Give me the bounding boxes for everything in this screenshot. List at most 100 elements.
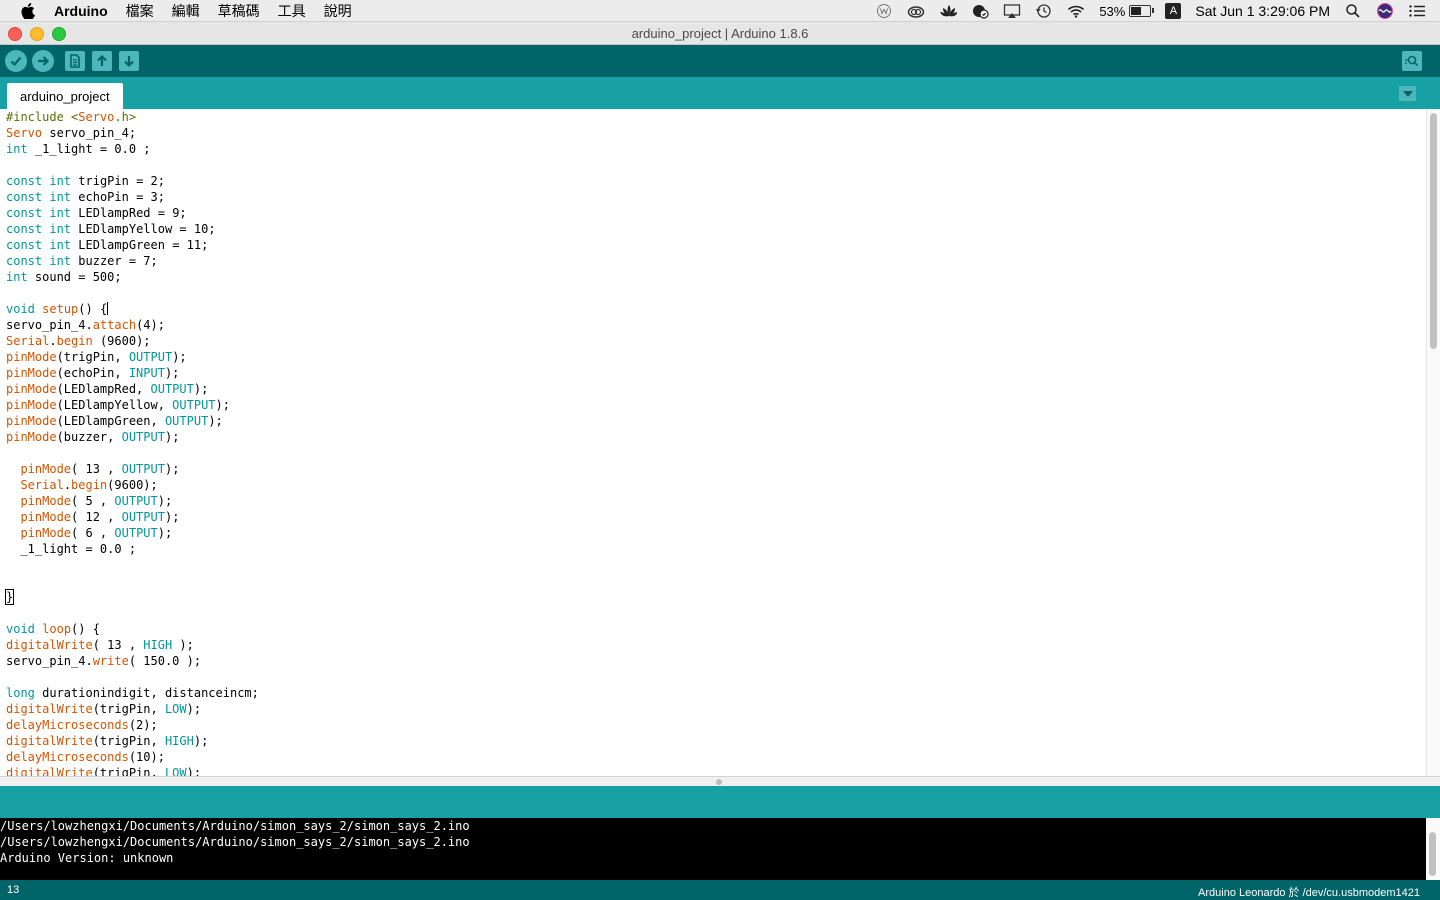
code-token: Servo — [78, 110, 115, 124]
code-token: setup — [42, 302, 79, 316]
w-circle-icon[interactable] — [875, 3, 893, 19]
status-bar: 13 Arduino Leonardo 於 /dev/cu.usbmodem14… — [0, 880, 1440, 900]
code-line: const int buzzer = 7; — [6, 253, 259, 269]
console-line: /Users/lowzhengxi/Documents/Arduino/simo… — [0, 835, 470, 849]
code-token: #include < — [6, 110, 79, 124]
sync-icon[interactable] — [971, 3, 989, 19]
creative-cloud-icon[interactable] — [907, 3, 925, 19]
code-token: ); — [208, 414, 223, 428]
code-line: delayMicroseconds(10); — [6, 749, 259, 765]
sketch-tab-bar: arduino_project — [0, 77, 1440, 109]
code-token: write — [92, 654, 129, 668]
serial-monitor-button[interactable] — [1402, 51, 1422, 71]
tab-menu-button[interactable] — [1399, 86, 1416, 101]
code-token: OUTPUT — [128, 350, 173, 364]
code-token: (4); — [136, 318, 165, 332]
input-source-icon[interactable]: A — [1165, 3, 1182, 19]
code-token: (LEDlampRed, — [56, 382, 151, 396]
open-sketch-button[interactable] — [92, 51, 112, 71]
battery-percent: 53% — [1099, 3, 1126, 19]
menu-file[interactable]: 檔案 — [126, 1, 154, 21]
console-scroll-thumb[interactable] — [1429, 832, 1436, 876]
airplay-icon[interactable] — [1003, 3, 1021, 19]
code-line: const int LEDlampYellow = 10; — [6, 221, 259, 237]
wifi-icon[interactable] — [1067, 3, 1085, 19]
code-token: begin — [56, 334, 93, 348]
code-token: const — [6, 206, 43, 220]
code-token: servo_pin_4. — [6, 654, 93, 668]
code-token: digitalWrite — [6, 766, 93, 776]
code-line: servo_pin_4.write( 150.0 ); — [6, 653, 259, 669]
menu-edit[interactable]: 編輯 — [172, 1, 200, 21]
code-line: pinMode(trigPin, OUTPUT); — [6, 349, 259, 365]
code-token: digitalWrite — [6, 702, 93, 716]
menubar-clock[interactable]: Sat Jun 1 3:29:06 PM — [1195, 3, 1330, 19]
editor-console-splitter[interactable] — [0, 776, 1440, 786]
code-token: OUTPUT — [164, 414, 209, 428]
code-line: pinMode( 12 , OUTPUT); — [6, 509, 259, 525]
tab-arduino-project[interactable]: arduino_project — [7, 83, 123, 109]
code-token: ); — [157, 494, 173, 508]
code-token: ); — [193, 734, 209, 748]
code-token: LEDlampGreen = 11; — [71, 238, 209, 252]
macos-menu-bar: Arduino 檔案 編輯 草稿碼 工具 說明 53% A Sat Jun 1 … — [0, 0, 1440, 22]
code-token: () { — [78, 302, 108, 316]
code-token: HIGH — [164, 734, 194, 748]
editor-scrollbar[interactable] — [1426, 109, 1440, 776]
save-sketch-button[interactable] — [119, 51, 139, 71]
new-sketch-button[interactable] — [65, 51, 85, 71]
arrow-up-icon — [97, 54, 107, 66]
code-token: sound = 500; — [27, 270, 122, 284]
code-token: digitalWrite — [6, 734, 93, 748]
code-line: const int echoPin = 3; — [6, 189, 259, 205]
code-text[interactable]: #include <Servo.h> Servo servo_pin_4; int … — [4, 109, 259, 776]
code-token: int — [49, 254, 72, 268]
code-token: ( 150.0 ); — [128, 654, 202, 668]
code-editor[interactable]: #include <Servo.h> Servo servo_pin_4; int … — [0, 109, 1426, 776]
notification-center-icon[interactable] — [1408, 3, 1426, 19]
menu-tools[interactable]: 工具 — [278, 1, 306, 21]
code-token: durationindigit, distanceincm; — [34, 686, 259, 700]
code-token: (9600); — [107, 478, 158, 492]
message-strip — [0, 786, 1440, 818]
apple-icon[interactable] — [18, 0, 38, 22]
arrow-right-icon — [38, 56, 50, 66]
code-token: ( 13 , — [71, 462, 122, 476]
console-scrollbar[interactable] — [1426, 818, 1440, 880]
lotus-icon[interactable] — [939, 3, 958, 19]
code-token: LOW — [164, 766, 187, 776]
battery-status[interactable]: 53% — [1099, 3, 1155, 19]
code-token: ); — [164, 366, 180, 380]
code-line: pinMode( 13 , OUTPUT); — [6, 461, 259, 477]
editor-scroll-thumb[interactable] — [1430, 113, 1437, 349]
code-token: OUTPUT — [150, 382, 194, 396]
code-token: pinMode — [6, 430, 57, 444]
menu-help[interactable]: 說明 — [324, 1, 352, 21]
code-token: void — [6, 302, 35, 316]
code-token: (LEDlampGreen, — [56, 414, 165, 428]
code-line: pinMode(LEDlampRed, OUTPUT); — [6, 381, 259, 397]
splitter-grip[interactable] — [716, 779, 722, 785]
siri-icon[interactable] — [1376, 3, 1394, 19]
time-machine-icon[interactable] — [1035, 3, 1053, 19]
console-output[interactable]: /Users/lowzhengxi/Documents/Arduino/simo… — [0, 818, 1426, 880]
verify-button[interactable] — [5, 50, 27, 72]
code-line: } — [4, 589, 259, 605]
code-token: pinMode — [20, 510, 72, 524]
code-token: pinMode — [6, 398, 57, 412]
code-token: (9600); — [92, 334, 151, 348]
code-token: const — [6, 174, 43, 188]
code-token: echoPin = 3; — [71, 190, 165, 204]
upload-button[interactable] — [32, 50, 54, 72]
code-line: digitalWrite(trigPin, LOW); — [6, 765, 259, 776]
app-menu[interactable]: Arduino — [54, 3, 108, 19]
code-token: ); — [164, 462, 180, 476]
code-token: int — [6, 270, 28, 284]
code-token: pinMode — [20, 494, 72, 508]
menu-sketch[interactable]: 草稿碼 — [218, 1, 260, 21]
spotlight-search-icon[interactable] — [1344, 3, 1362, 19]
code-token: ); — [193, 382, 209, 396]
